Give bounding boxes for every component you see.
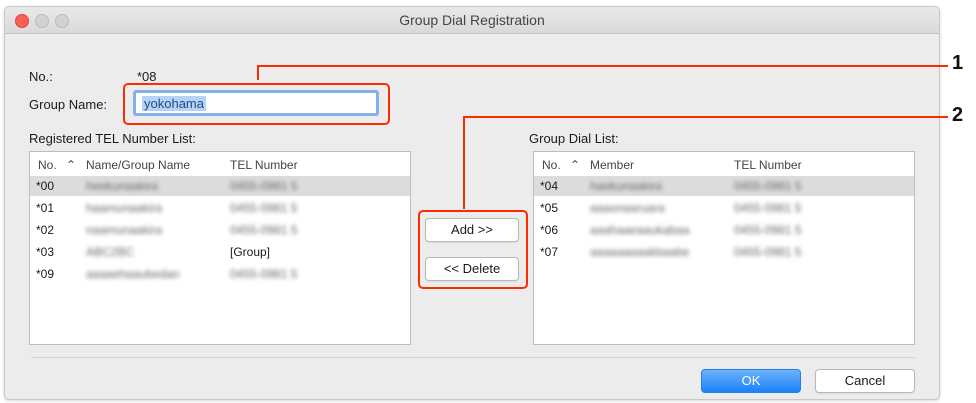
callout-lines [257,65,948,209]
callout-line-2 [463,116,948,209]
callout-number-1: 1 [952,52,964,74]
callout-line-1 [257,65,948,80]
callout-number-2: 2 [952,104,964,126]
